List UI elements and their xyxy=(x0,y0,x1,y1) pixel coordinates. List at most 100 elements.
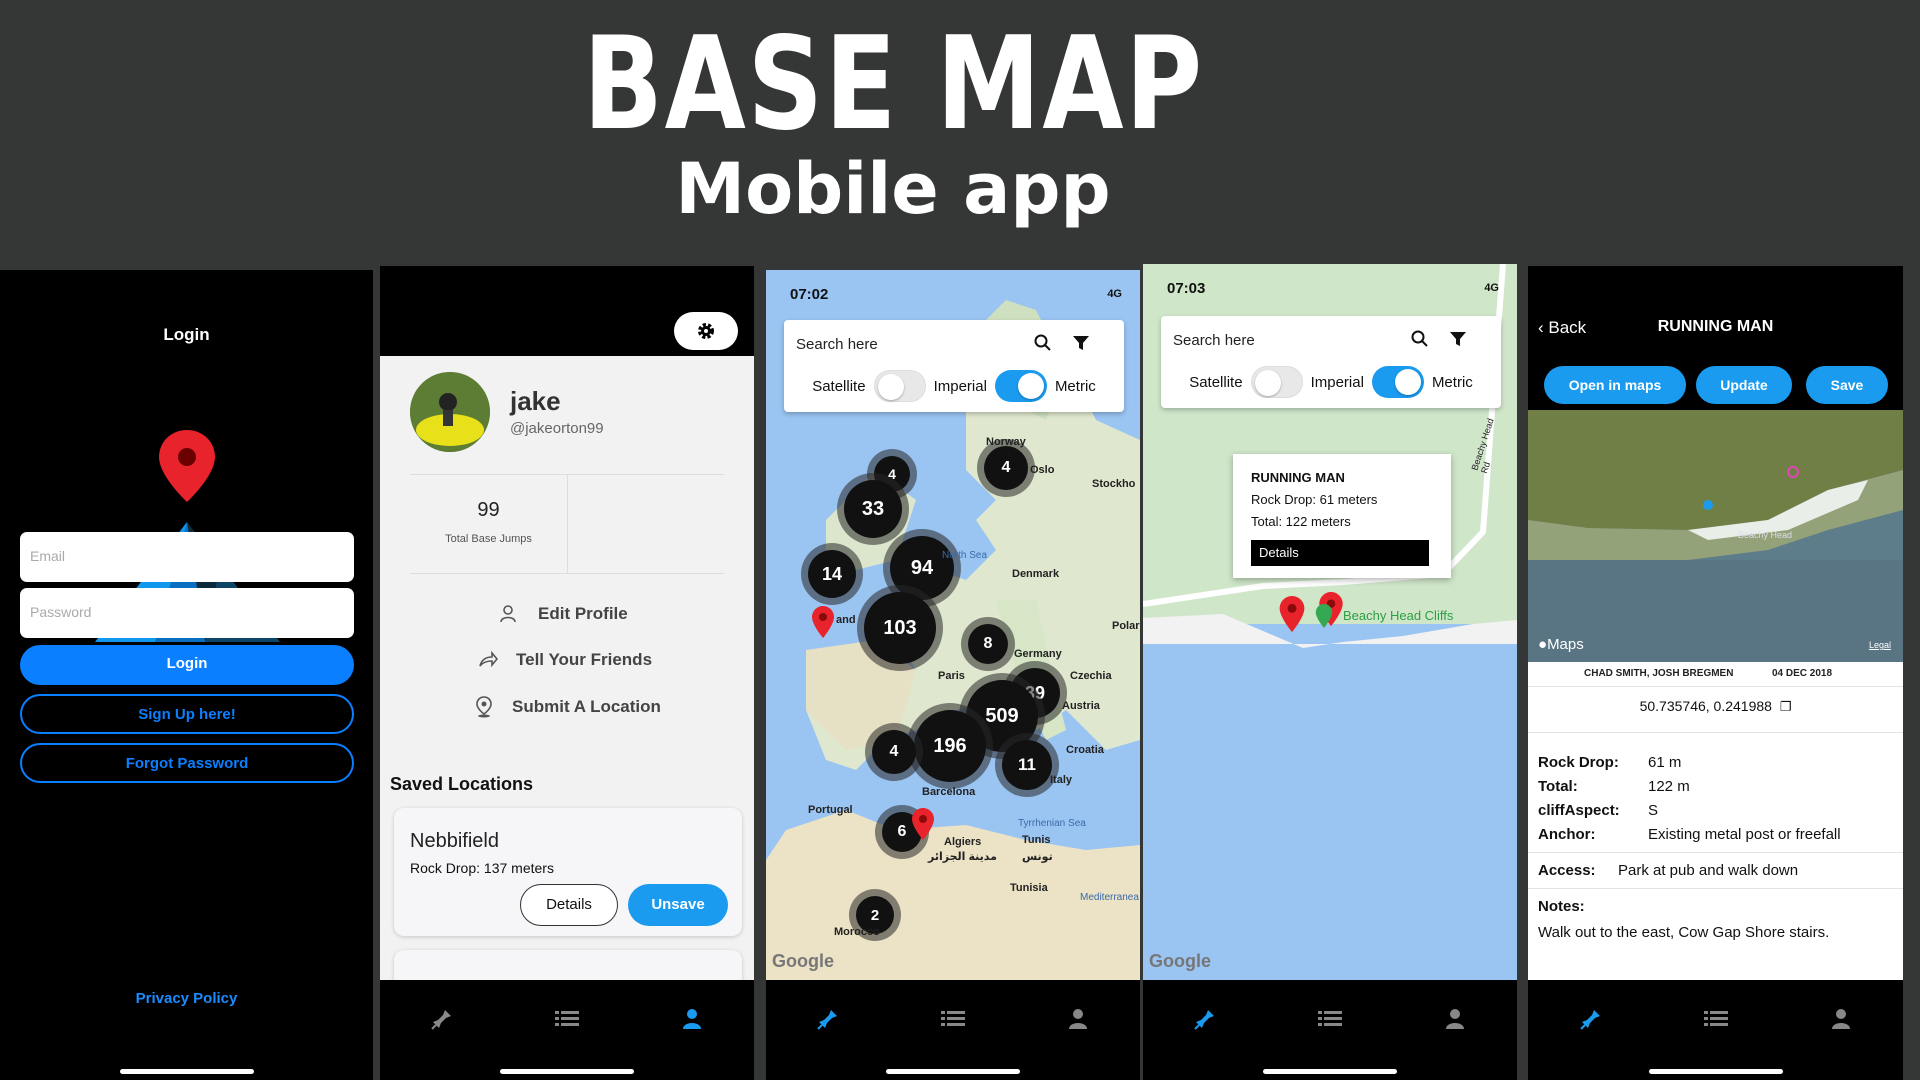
stats-panel: 99 Total Base Jumps xyxy=(410,474,724,574)
person-icon xyxy=(682,1009,701,1029)
edit-profile-button[interactable]: Edit Profile xyxy=(500,604,628,624)
jump-count-label: Total Base Jumps xyxy=(445,533,532,545)
tab-map[interactable] xyxy=(808,1004,848,1034)
place-marker-icon[interactable] xyxy=(1315,604,1333,628)
search-panel: Search here Satellite Imperial Metric xyxy=(1161,316,1501,408)
home-indicator xyxy=(119,1069,254,1074)
map-pin-marker[interactable] xyxy=(912,808,934,840)
map-pin-marker[interactable] xyxy=(1279,596,1305,632)
network-indicator: 4G xyxy=(1484,282,1499,294)
profile-screen: jake @jakeorton99 99 Total Base Jumps Ed… xyxy=(380,266,754,1080)
date-text: 04 DEC 2018 xyxy=(1772,668,1833,679)
tab-profile[interactable] xyxy=(1435,1004,1475,1034)
tab-profile[interactable] xyxy=(672,1004,712,1034)
tab-list[interactable] xyxy=(1696,1004,1736,1034)
map-cluster[interactable]: 103 xyxy=(864,592,936,664)
tab-list[interactable] xyxy=(547,1004,587,1034)
map-label: Algiers xyxy=(944,836,982,848)
saved-location-detail: Rock Drop: 137 meters xyxy=(410,860,554,876)
submit-location-label: Submit A Location xyxy=(512,697,661,716)
list-icon xyxy=(554,1011,579,1026)
popup-details-button[interactable]: Details xyxy=(1251,540,1429,566)
network-indicator: 4G xyxy=(1107,288,1122,300)
map-label: Paris xyxy=(938,670,965,682)
tab-bar xyxy=(380,980,754,1080)
filter-icon[interactable] xyxy=(1449,330,1467,348)
person-icon xyxy=(1831,1009,1850,1029)
satellite-label: Satellite xyxy=(1189,373,1243,391)
forgot-password-button[interactable]: Forgot Password xyxy=(20,743,354,783)
avatar[interactable] xyxy=(410,372,490,452)
tab-map[interactable] xyxy=(422,1004,462,1034)
save-button[interactable]: Save xyxy=(1806,366,1888,404)
field-value: 61 m xyxy=(1648,754,1682,771)
update-button[interactable]: Update xyxy=(1696,366,1792,404)
notes-key: Notes: xyxy=(1538,898,1585,915)
units-toggle[interactable] xyxy=(1371,366,1424,398)
field-value: Existing metal post or freefall xyxy=(1648,826,1841,843)
home-indicator xyxy=(886,1069,1020,1074)
units-toggle[interactable] xyxy=(994,370,1047,402)
privacy-policy-link[interactable]: Privacy Policy xyxy=(0,990,373,1007)
settings-button[interactable] xyxy=(674,312,738,350)
field-key: Anchor: xyxy=(1538,826,1596,843)
signup-button[interactable]: Sign Up here! xyxy=(20,694,354,734)
unsave-button[interactable]: Unsave xyxy=(628,884,728,926)
list-icon xyxy=(940,1011,965,1026)
search-input[interactable]: Search here xyxy=(1173,332,1255,349)
map-cluster[interactable]: 11 xyxy=(1002,740,1052,790)
login-button[interactable]: Login xyxy=(20,645,354,685)
tab-profile[interactable] xyxy=(1821,1004,1861,1034)
password-field[interactable]: Password xyxy=(20,588,354,638)
copy-icon[interactable]: ❐ xyxy=(1780,699,1792,714)
tab-map[interactable] xyxy=(1185,1004,1225,1034)
saved-location-name: Nebbifield xyxy=(410,830,499,852)
tab-profile[interactable] xyxy=(1058,1004,1098,1034)
map-cluster[interactable]: 14 xyxy=(808,550,856,598)
legal-link[interactable]: Legal xyxy=(1869,640,1891,650)
satellite-map[interactable]: Beachy Head ●Maps Legal xyxy=(1528,410,1903,662)
filter-icon[interactable] xyxy=(1072,334,1090,352)
map-cluster[interactable]: 8 xyxy=(968,624,1008,664)
map-pin-marker[interactable] xyxy=(812,606,834,638)
map-cluster[interactable]: 33 xyxy=(844,480,902,538)
map-cluster[interactable]: 4 xyxy=(984,446,1028,490)
map-cluster[interactable]: 4 xyxy=(872,730,916,774)
profile-body: jake @jakeorton99 99 Total Base Jumps Ed… xyxy=(380,356,754,990)
search-icon[interactable] xyxy=(1034,334,1052,352)
map-cluster[interactable]: 196 xyxy=(914,710,986,782)
map-label: Beachy Head xyxy=(1738,530,1793,540)
map-label: Denmark xyxy=(1012,568,1060,580)
username: jake xyxy=(510,386,561,416)
hero-subtitle: Mobile app xyxy=(675,148,1111,230)
map-pin-icon xyxy=(1579,1010,1600,1030)
map-label: Mediterranea xyxy=(1080,892,1139,903)
hero-title: BASE MAP xyxy=(582,10,1204,159)
open-in-maps-button[interactable]: Open in maps xyxy=(1544,366,1686,404)
field-value: 122 m xyxy=(1648,778,1690,795)
popup-total: Total: 122 meters xyxy=(1251,514,1351,529)
place-label: Beachy Head Cliffs xyxy=(1343,608,1454,623)
tab-list[interactable] xyxy=(1310,1004,1350,1034)
map-label: مدينة الجزائر xyxy=(928,851,997,863)
user-handle: @jakeorton99 xyxy=(510,420,604,437)
page-title: RUNNING MAN xyxy=(1657,318,1774,335)
submit-location-button[interactable]: Submit A Location xyxy=(474,696,661,718)
search-icon[interactable] xyxy=(1411,330,1429,348)
email-field[interactable]: Email xyxy=(20,532,354,582)
tell-friends-button[interactable]: Tell Your Friends xyxy=(478,650,652,670)
satellite-toggle[interactable] xyxy=(873,370,926,402)
tab-map[interactable] xyxy=(1571,1004,1611,1034)
tab-list[interactable] xyxy=(933,1004,973,1034)
map-label: Stockho xyxy=(1092,478,1136,490)
satellite-toggle[interactable] xyxy=(1250,366,1303,398)
location-pin-icon xyxy=(476,696,492,718)
field-key: Total: xyxy=(1538,778,1578,795)
field-key: cliffAspect: xyxy=(1538,802,1620,819)
metric-label: Metric xyxy=(1054,377,1096,395)
details-button[interactable]: Details xyxy=(520,884,618,926)
map-label: Norway xyxy=(986,436,1026,448)
share-arrow-icon xyxy=(479,650,498,668)
search-input[interactable]: Search here xyxy=(796,336,878,353)
map-cluster[interactable]: 94 xyxy=(890,536,954,600)
